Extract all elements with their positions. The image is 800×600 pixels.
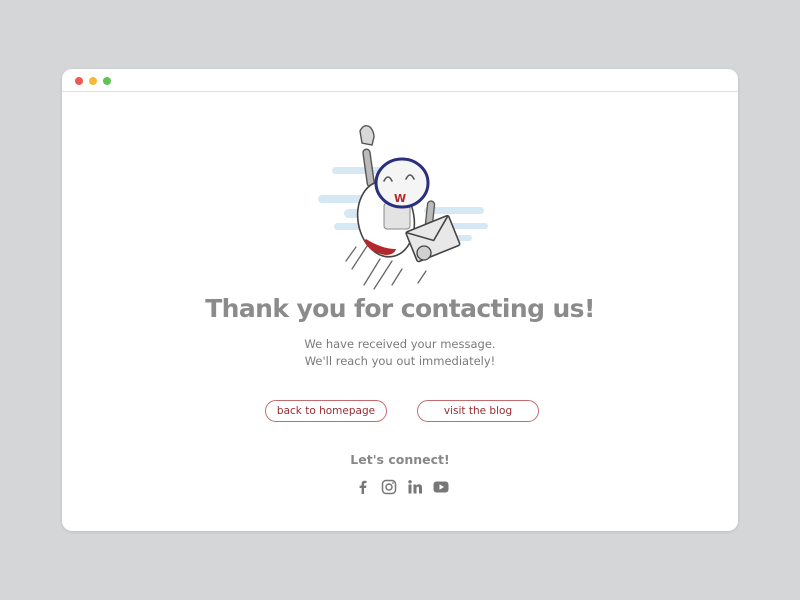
browser-window: W Thank you for contacting us! We have r…: [62, 69, 738, 531]
robot-badge-letter: W: [394, 192, 406, 205]
facebook-icon[interactable]: [355, 479, 371, 495]
maximize-window-button[interactable]: [103, 77, 111, 85]
lets-connect-heading: Let's connect!: [350, 452, 450, 467]
close-window-button[interactable]: [75, 77, 83, 85]
robot-envelope-illustration: W: [318, 124, 488, 290]
instagram-icon[interactable]: [381, 479, 397, 495]
linkedin-icon[interactable]: [407, 479, 423, 495]
confirmation-message-line-2: We'll reach you out immediately!: [304, 354, 496, 368]
page-title: Thank you for contacting us!: [205, 294, 595, 323]
back-to-homepage-button[interactable]: back to homepage: [265, 400, 387, 422]
window-titlebar: [62, 69, 738, 92]
visit-blog-button[interactable]: visit the blog: [417, 400, 539, 422]
youtube-icon[interactable]: [433, 479, 449, 495]
confirmation-message-line-1: We have received your message.: [304, 337, 496, 351]
minimize-window-button[interactable]: [89, 77, 97, 85]
